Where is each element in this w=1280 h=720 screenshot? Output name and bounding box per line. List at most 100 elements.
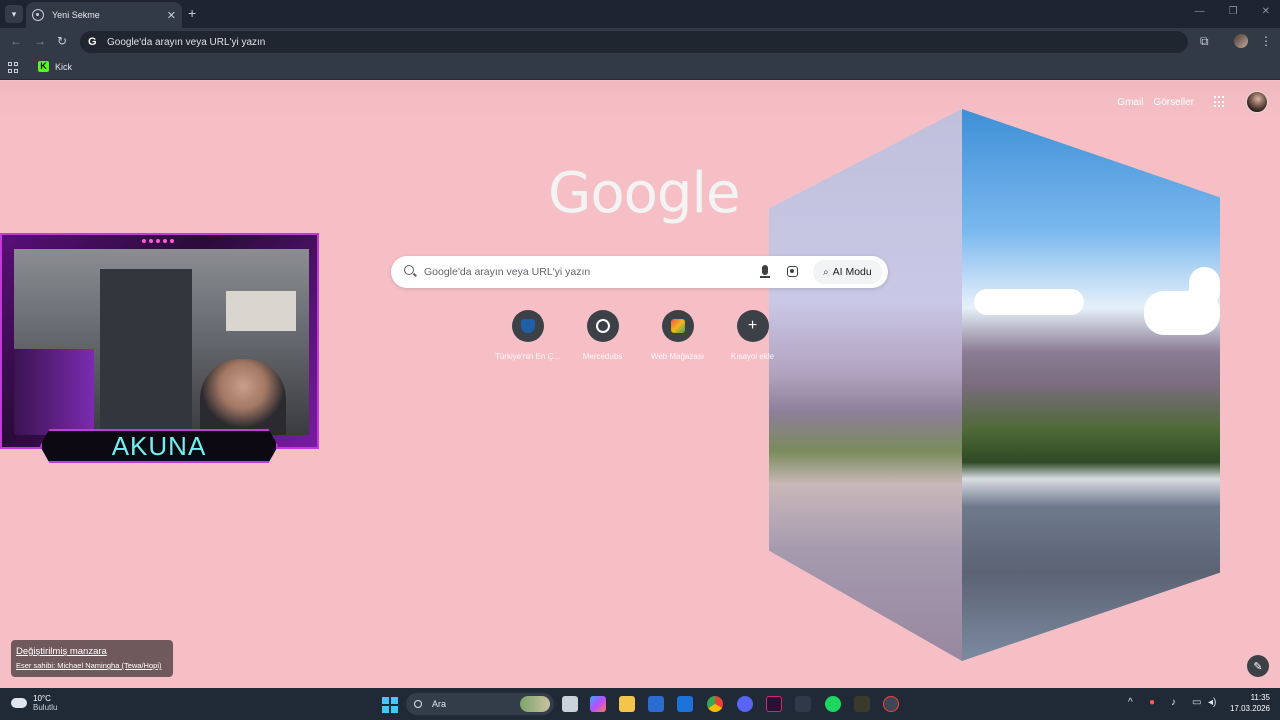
spotify-icon[interactable]: [825, 696, 841, 712]
webcam-video: [14, 249, 309, 435]
task-view-icon[interactable]: [562, 696, 578, 712]
streamer-nameplate: AKUNA: [40, 429, 278, 463]
tab-title: Yeni Sekme: [52, 10, 100, 20]
account-avatar[interactable]: [1246, 91, 1268, 113]
shortcut-label: Kısayol ekle: [730, 352, 775, 361]
shortcut-icon-circle: [661, 310, 694, 342]
web-store-icon: [670, 319, 685, 333]
obs-icon[interactable]: [883, 696, 899, 712]
tab-close-icon[interactable]: ✕: [167, 9, 176, 22]
kebab-menu-icon[interactable]: ⋮: [1260, 34, 1272, 48]
maximize-button[interactable]: ❐: [1229, 6, 1238, 17]
weather-widget[interactable]: 10°C Bulutlu: [11, 694, 57, 712]
tab-search-button[interactable]: ▾: [5, 5, 23, 23]
shortcut-tile[interactable]: Türkiye'nin En Ç...: [490, 310, 565, 361]
ms-store-icon[interactable]: [648, 696, 664, 712]
clock-date: 17.03.2026: [1229, 704, 1270, 713]
landscape-cube-image: [769, 109, 1220, 661]
tray-chevron-icon[interactable]: ^: [1128, 697, 1133, 708]
webcam-frame: [0, 233, 319, 449]
bookmark-kick[interactable]: K Kick: [38, 61, 72, 72]
weather-temp: 10°C: [33, 694, 51, 703]
microphone-tray-icon[interactable]: ♪: [1171, 697, 1176, 708]
credit-author-link[interactable]: Eser sahibi: Michael Namingha (Tewa/Hopi…: [16, 661, 168, 670]
ai-mode-button[interactable]: ⌕ AI Modu: [813, 260, 882, 284]
chrome-favicon-icon: [32, 9, 44, 21]
close-window-button[interactable]: ✕: [1262, 6, 1270, 17]
shortcut-icon-circle: [586, 310, 619, 342]
credit-title-link[interactable]: Değiştirilmiş manzara: [16, 646, 168, 657]
weather-desc: Bulutlu: [33, 703, 58, 712]
shortcut-tile[interactable]: Mercedubs: [565, 310, 640, 361]
clock-time: 11:35: [1250, 693, 1270, 702]
game-app-icon[interactable]: [795, 696, 811, 712]
discord-icon[interactable]: [737, 696, 753, 712]
shortcut-tile[interactable]: + Kısayol ekle: [715, 310, 790, 361]
tray-app-icon[interactable]: ●: [1149, 697, 1155, 708]
shortcut-label: Web Mağazası: [650, 352, 705, 361]
bookmark-label: Kick: [55, 61, 73, 72]
forward-arrow-icon[interactable]: →: [34, 34, 46, 48]
system-clock[interactable]: 11:35 17.03.2026: [1226, 693, 1270, 713]
profile-avatar[interactable]: [1234, 34, 1248, 48]
webcam-overlay: AKUNA: [0, 233, 319, 473]
cloud-icon: [11, 698, 27, 708]
launcher-app-icon[interactable]: [854, 696, 870, 712]
shortcut-icon-circle: +: [736, 310, 769, 342]
search-highlight-image: [520, 696, 550, 712]
reload-icon[interactable]: ↻: [57, 34, 67, 48]
bookmarks-bar: K Kick: [0, 56, 1280, 80]
shortcut-tile[interactable]: Web Mağazası: [640, 310, 715, 361]
mercedes-star-icon: [595, 319, 610, 333]
shortcut-label: Mercedubs: [582, 352, 623, 361]
google-g-icon: G: [88, 36, 97, 48]
extensions-puzzle-icon[interactable]: ⧉: [1200, 34, 1209, 49]
new-tab-page: Gmail Görseller Google Google'da arayın …: [0, 81, 1280, 688]
browser-toolbar: ← → ↻ G Google'da arayın veya URL'yi yaz…: [0, 28, 1280, 56]
apps-grid-icon[interactable]: [8, 62, 19, 73]
vivid-app-icon[interactable]: [766, 696, 782, 712]
gaming-pc: [14, 349, 94, 435]
search-box[interactable]: Google'da arayın veya URL'yi yazın ⌕ AI …: [391, 256, 888, 288]
cube-right-face: [962, 109, 1220, 661]
network-icon[interactable]: ▭: [1192, 697, 1201, 708]
chrome-icon[interactable]: [707, 696, 723, 712]
windows-start-icon[interactable]: [382, 697, 398, 713]
tab-strip: ▾ Yeni Sekme ✕ + — ❐ ✕: [0, 0, 1280, 28]
outlook-icon[interactable]: [677, 696, 693, 712]
new-tab-button[interactable]: +: [188, 5, 196, 21]
back-arrow-icon[interactable]: ←: [10, 34, 22, 48]
volume-icon[interactable]: ◂): [1208, 697, 1216, 708]
address-bar-text: Google'da arayın veya URL'yi yazın: [107, 36, 266, 48]
taskbar-search-label: Ara: [432, 699, 447, 709]
shield-logo-icon: [520, 319, 535, 333]
frame-dots: [142, 239, 174, 243]
search-input[interactable]: Google'da arayın veya URL'yi yazın: [424, 266, 590, 278]
shortcut-icon-circle: [511, 310, 544, 342]
kick-logo-icon: K: [38, 61, 49, 72]
cube-left-face: [769, 109, 962, 661]
microphone-icon[interactable]: [760, 265, 770, 278]
gmail-link[interactable]: Gmail: [1117, 97, 1143, 108]
wall-picture: [226, 291, 296, 331]
window-controls: — ❐ ✕: [1195, 6, 1270, 17]
cloud-shape: [1189, 267, 1220, 307]
taskbar-search[interactable]: Ara: [406, 693, 554, 715]
images-link[interactable]: Görseller: [1153, 97, 1194, 108]
google-logo: Google: [548, 161, 740, 226]
file-explorer-icon[interactable]: [619, 696, 635, 712]
customize-pencil-icon[interactable]: ✎: [1247, 655, 1269, 677]
search-icon: [414, 700, 422, 708]
cloud-shape: [974, 289, 1084, 315]
copilot-icon[interactable]: [590, 696, 606, 712]
ai-mode-label: AI Modu: [832, 266, 872, 278]
shortcut-label: Türkiye'nin En Ç...: [494, 352, 561, 361]
address-bar[interactable]: G Google'da arayın veya URL'yi yazın: [80, 31, 1188, 53]
tab-new-tab[interactable]: Yeni Sekme ✕: [26, 2, 182, 28]
google-apps-icon[interactable]: [1214, 96, 1226, 108]
minimize-button[interactable]: —: [1195, 6, 1205, 17]
search-icon: [404, 265, 414, 275]
google-lens-icon[interactable]: [787, 266, 798, 277]
shortcuts-row: Türkiye'nin En Ç... Mercedubs Web Mağaza…: [490, 310, 790, 361]
streamer: [200, 359, 286, 435]
